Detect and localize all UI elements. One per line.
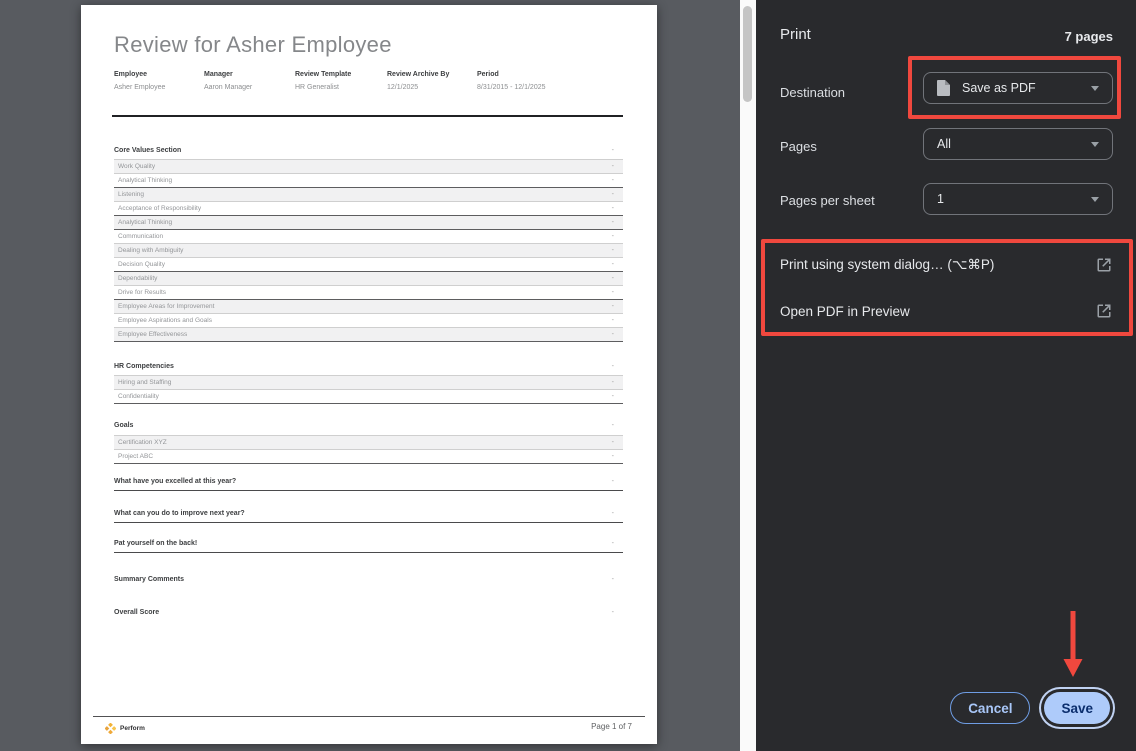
meta-employee: Employee Asher Employee (114, 71, 166, 91)
review-row: Certification XYZ - (114, 436, 623, 450)
goals-rows: Certification XYZ - Project ABC - (114, 435, 623, 464)
review-row: Analytical Thinking - (114, 216, 623, 230)
meta-review-archive-by: Review Archive By 12/1/2025 (387, 71, 450, 91)
review-row: Drive for Results - (114, 286, 623, 300)
total-pages-label: 7 pages (1064, 29, 1113, 44)
review-row: Dealing with Ambiguity - (114, 244, 623, 258)
preview-scrollbar-thumb[interactable] (743, 6, 752, 102)
open-pdf-preview-link[interactable]: Open PDF in Preview (756, 298, 1136, 324)
review-row: Listening - (114, 188, 623, 202)
review-row: Analytical Thinking - (114, 174, 623, 188)
review-row: Project ABC - (114, 450, 623, 464)
print-settings-panel: Print 7 pages Destination Save as PDF Pa… (756, 0, 1136, 751)
meta-review-template: Review Template HR Generalist (295, 71, 352, 91)
review-row: Acceptance of Responsibility - (114, 202, 623, 216)
collapse-marker: - (611, 363, 614, 370)
chevron-down-icon (1091, 85, 1099, 91)
question-excelled: What have you excelled at this year? - (114, 477, 623, 491)
collapse-marker: - (611, 422, 614, 429)
review-row: Work Quality - (114, 160, 623, 174)
cancel-button[interactable]: Cancel (950, 692, 1031, 724)
document-title: Review for Asher Employee (114, 32, 392, 57)
review-row: Employee Effectiveness - (114, 328, 623, 342)
header-divider (112, 115, 623, 117)
summary-comments-heading: Summary Comments - (114, 576, 614, 583)
hr-competencies-rows: Hiring and Staffing - Confidentiality - (114, 375, 623, 404)
review-row: Confidentiality - (114, 390, 623, 404)
chevron-down-icon (1091, 141, 1099, 147)
destination-value: Save as PDF (962, 81, 1036, 95)
pages-value: All (937, 137, 951, 151)
dialog-title: Print (780, 26, 811, 43)
footer-divider (93, 716, 645, 717)
chevron-down-icon (1091, 196, 1099, 202)
section-header: HR Competencies - (114, 362, 623, 372)
print-preview-area[interactable]: Review for Asher Employee Employee Asher… (0, 0, 740, 751)
section-header: Core Values Section - (114, 146, 623, 156)
pages-per-sheet-label: Pages per sheet (780, 193, 875, 208)
preview-scrollbar[interactable] (740, 0, 756, 751)
collapse-marker: - (611, 147, 614, 154)
core-values-rows: Work Quality - Analytical Thinking - Liste… (114, 159, 623, 342)
pages-label: Pages (780, 139, 817, 154)
destination-dropdown[interactable]: Save as PDF (923, 72, 1113, 104)
question-improve: What can you do to improve next year? - (114, 509, 623, 523)
document-page: Review for Asher Employee Employee Asher… (81, 5, 657, 744)
section-header: Goals - (114, 421, 623, 431)
brand-name: Perform (120, 725, 145, 732)
document-meta: Employee Asher Employee Manager Aaron Ma… (114, 71, 546, 92)
open-in-new-icon (1097, 304, 1111, 318)
review-row: Employee Areas for Improvement - (114, 300, 623, 314)
review-row: Dependability - (114, 272, 623, 286)
print-system-dialog-link[interactable]: Print using system dialog… (⌥⌘P) (756, 252, 1136, 278)
annotation-arrow-save (1063, 611, 1083, 677)
question-pat-on-back: Pat yourself on the back! - (114, 539, 623, 553)
review-row: Hiring and Staffing - (114, 376, 623, 390)
pdf-file-icon (937, 80, 950, 96)
review-row: Decision Quality - (114, 258, 623, 272)
save-button[interactable]: Save (1044, 692, 1110, 724)
destination-label: Destination (780, 85, 846, 100)
review-row: Communication - (114, 230, 623, 244)
meta-period: Period 8/31/2015 - 12/1/2025 (477, 71, 546, 91)
brand-logo: Perform (105, 723, 145, 734)
dialog-actions: Cancel Save (950, 692, 1110, 724)
pages-dropdown[interactable]: All (923, 128, 1113, 160)
pages-per-sheet-value: 1 (937, 192, 944, 206)
pages-per-sheet-dropdown[interactable]: 1 (923, 183, 1113, 215)
overall-score-heading: Overall Score - (114, 609, 614, 616)
page-indicator: Page 1 of 7 (591, 722, 632, 731)
open-in-new-icon (1097, 258, 1111, 272)
meta-manager: Manager Aaron Manager (204, 71, 253, 91)
review-row: Employee Aspirations and Goals - (114, 314, 623, 328)
perform-logo-icon (105, 723, 116, 734)
